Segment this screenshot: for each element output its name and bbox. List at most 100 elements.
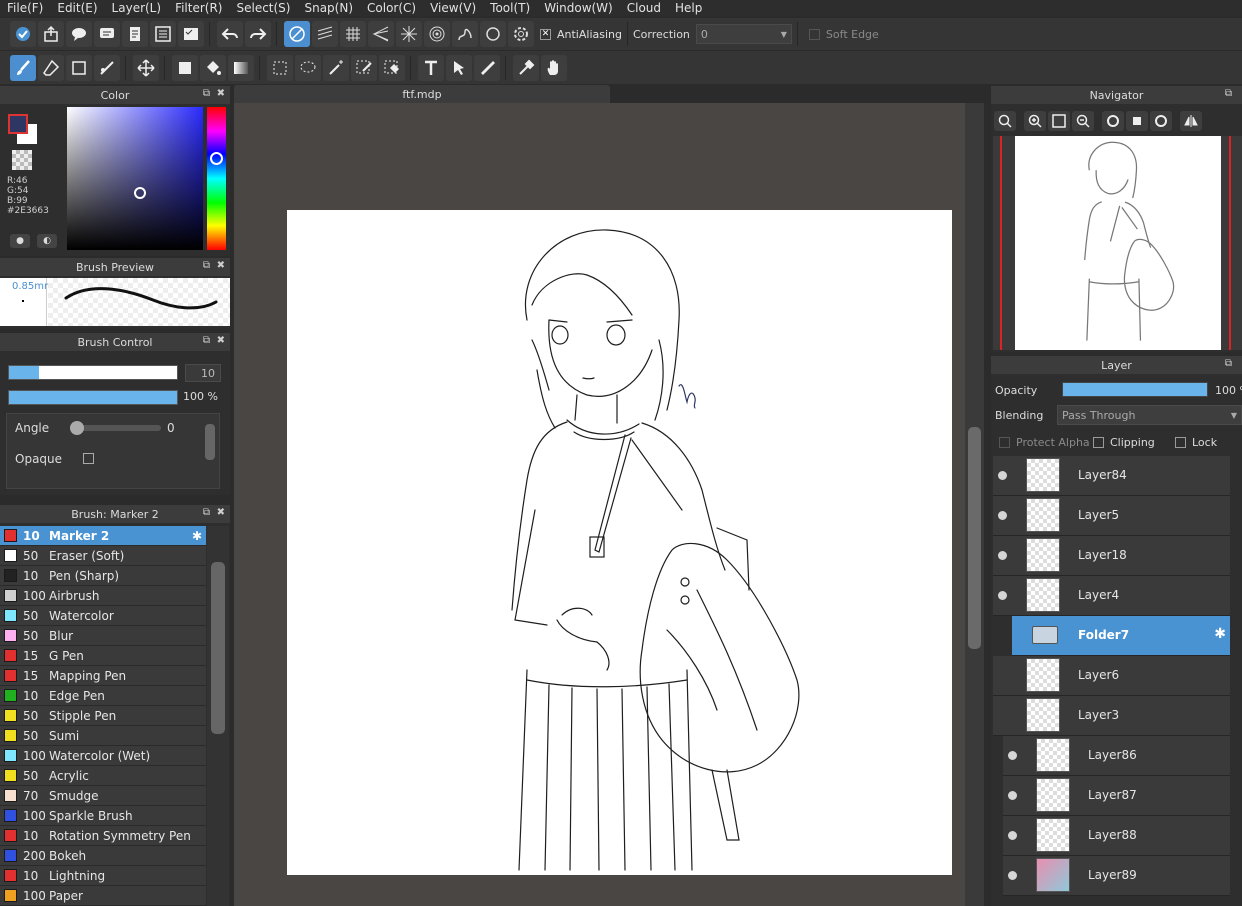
layer-folder-row[interactable]: Folder7 ✱ (1012, 616, 1230, 656)
layer-row[interactable]: Layer88 (1003, 816, 1230, 856)
brush-size-field[interactable]: 10 (185, 364, 221, 382)
brush-item[interactable]: 50 Eraser (Soft) (0, 546, 206, 566)
layer-row[interactable]: Layer4 (993, 576, 1230, 616)
lock-checkbox[interactable] (1175, 437, 1186, 448)
visibility-eye-icon[interactable] (998, 471, 1007, 480)
saturation-value-picker[interactable] (67, 107, 203, 250)
clipping-checkbox[interactable] (1093, 437, 1104, 448)
hand-tool-icon[interactable] (541, 54, 567, 81)
sv-cursor[interactable] (134, 187, 146, 199)
brush-item[interactable]: 100 Paper (0, 886, 206, 906)
parallel-snap-icon[interactable] (312, 21, 338, 47)
color-history-button[interactable]: ◐ (37, 234, 57, 248)
visibility-eye-icon[interactable] (1008, 871, 1017, 880)
fill-rect-tool-icon[interactable] (172, 54, 198, 81)
brush-item[interactable]: 10 Pen (Sharp) (0, 566, 206, 586)
brush-item[interactable]: 15 G Pen (0, 646, 206, 666)
brush-item[interactable]: 10 Edge Pen (0, 686, 206, 706)
layer-row[interactable]: Layer18 (993, 536, 1230, 576)
antialiasing-checkbox[interactable]: ✕ (540, 28, 551, 40)
brush-size-slider[interactable] (8, 365, 178, 380)
canvas-paper[interactable] (287, 210, 952, 875)
visibility-eye-icon[interactable] (1008, 831, 1017, 840)
layer-settings-icon[interactable]: ✱ (1214, 626, 1226, 642)
layer-row[interactable]: Layer6 (993, 656, 1230, 696)
opaque-checkbox[interactable] (83, 453, 94, 464)
popout-icon[interactable]: ⧉ (1225, 88, 1232, 99)
divide-tool-icon[interactable] (474, 54, 500, 81)
bucket-tool-icon[interactable] (200, 54, 226, 81)
brush-item[interactable]: 15 Mapping Pen (0, 666, 206, 686)
blending-select[interactable]: Pass Through ▼ (1057, 405, 1242, 425)
select-pen-tool-icon[interactable] (351, 54, 377, 81)
canvas-vscroll-thumb[interactable] (968, 427, 981, 649)
options-scrollbar[interactable] (205, 424, 215, 460)
menu-snap[interactable]: Snap(N) (297, 0, 360, 16)
close-icon[interactable]: ✖ (217, 335, 225, 346)
menu-edit[interactable]: Edit(E) (50, 0, 104, 16)
visibility-eye-icon[interactable] (1008, 791, 1017, 800)
curve-snap-icon[interactable] (452, 21, 478, 47)
palette-button[interactable]: ● (10, 234, 30, 248)
soft-edge-toggle[interactable]: Soft Edge (808, 28, 879, 41)
layer-row[interactable]: Layer3 (993, 696, 1230, 736)
chat-icon[interactable] (94, 21, 120, 47)
brush-item[interactable]: 70 Smudge (0, 786, 206, 806)
lasso-tool-icon[interactable] (295, 54, 321, 81)
clipping-toggle[interactable]: Clipping (1093, 436, 1155, 449)
redo-icon[interactable] (245, 21, 271, 47)
flip-horizontal-icon[interactable] (1180, 111, 1202, 131)
move-tool-icon[interactable] (133, 54, 159, 81)
brush-item[interactable]: 50 Stipple Pen (0, 706, 206, 726)
perspective-snap-icon[interactable] (368, 21, 394, 47)
visibility-eye-icon[interactable] (1008, 751, 1017, 760)
popout-icon[interactable]: ⧉ (203, 88, 210, 99)
menu-color[interactable]: Color(C) (360, 0, 423, 16)
menu-cloud[interactable]: Cloud (620, 0, 668, 16)
transparent-color-swatch[interactable] (12, 150, 32, 170)
correction-select[interactable]: 0 ▼ (695, 24, 792, 44)
foreground-color-swatch[interactable] (8, 114, 28, 134)
hue-cursor[interactable] (210, 152, 223, 165)
zoom-in-icon[interactable] (1024, 111, 1046, 131)
menu-help[interactable]: Help (668, 0, 709, 16)
layer-row[interactable]: Layer84 (993, 456, 1230, 496)
zoom-out-icon[interactable] (1072, 111, 1094, 131)
ellipse-snap-icon[interactable] (480, 21, 506, 47)
brush-item[interactable]: 10 Rotation Symmetry Pen (0, 826, 206, 846)
angle-slider[interactable] (73, 425, 161, 431)
close-icon[interactable]: ✖ (217, 88, 225, 99)
select-eraser-tool-icon[interactable] (379, 54, 405, 81)
menu-window[interactable]: Window(W) (537, 0, 620, 16)
layer-row[interactable]: Layer89 (1003, 856, 1230, 896)
shape-tool-icon[interactable] (66, 54, 92, 81)
brush-tool-icon[interactable] (10, 54, 36, 81)
eraser-tool-icon[interactable] (38, 54, 64, 81)
menu-layer[interactable]: Layer(L) (105, 0, 169, 16)
visibility-eye-icon[interactable] (998, 511, 1007, 520)
document-tab[interactable]: ftf.mdp (234, 85, 610, 103)
cloud-check-icon[interactable] (10, 21, 36, 47)
brush-list-scrollbar-thumb[interactable] (211, 562, 225, 734)
canvas-vscrollbar[interactable] (965, 103, 984, 906)
comment-icon[interactable] (66, 21, 92, 47)
snap-settings-icon[interactable] (508, 21, 534, 47)
snap-off-icon[interactable] (284, 21, 310, 47)
eyedropper-tool-icon[interactable] (513, 54, 539, 81)
brush-item[interactable]: 100 Airbrush (0, 586, 206, 606)
fit-window-icon[interactable] (1048, 111, 1070, 131)
brush-item[interactable]: 100 Sparkle Brush (0, 806, 206, 826)
zoom-fit-icon[interactable] (994, 111, 1016, 131)
layer-row[interactable]: Layer87 (1003, 776, 1230, 816)
brush-list-scrollbar-track[interactable] (207, 526, 229, 906)
popout-icon[interactable]: ⧉ (203, 335, 210, 346)
antialiasing-toggle[interactable]: ✕ AntiAliasing (540, 28, 622, 41)
protect-alpha-toggle[interactable]: Protect Alpha (999, 436, 1090, 449)
select-rect-tool-icon[interactable] (267, 54, 293, 81)
popout-icon[interactable]: ⧉ (1225, 358, 1232, 369)
magic-wand-tool-icon[interactable] (323, 54, 349, 81)
brush-opacity-slider[interactable] (8, 390, 178, 405)
radial-snap-icon[interactable] (396, 21, 422, 47)
brush-settings-icon[interactable]: ✱ (192, 529, 202, 543)
layer-opacity-slider[interactable] (1062, 382, 1208, 397)
